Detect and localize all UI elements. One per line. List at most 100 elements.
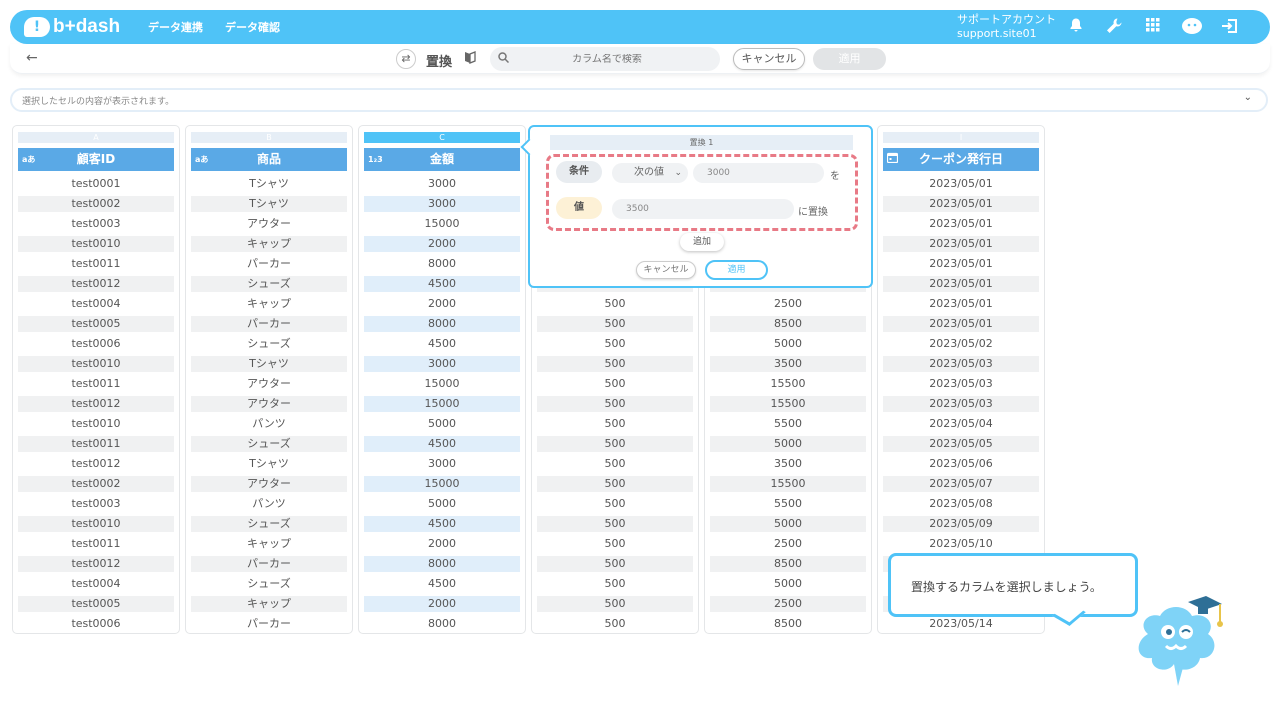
- table-cell[interactable]: 2023/05/01: [883, 254, 1039, 274]
- table-cell[interactable]: 8000: [364, 556, 520, 572]
- table-cell[interactable]: 500: [537, 436, 693, 452]
- table-cell[interactable]: キャップ: [191, 596, 347, 612]
- table-cell[interactable]: 5500: [710, 414, 866, 434]
- table-cell[interactable]: 2023/05/03: [883, 396, 1039, 412]
- table-cell[interactable]: 2023/05/01: [883, 276, 1039, 292]
- account-info[interactable]: サポートアカウント support.site01: [957, 13, 1056, 41]
- table-cell[interactable]: 2023/05/03: [883, 356, 1039, 372]
- apps-grid-icon[interactable]: [1143, 17, 1163, 37]
- table-cell[interactable]: シューズ: [191, 574, 347, 594]
- table-cell[interactable]: アウター: [191, 396, 347, 412]
- table-cell[interactable]: 2500: [710, 596, 866, 612]
- column-search[interactable]: [490, 47, 720, 71]
- column-header[interactable]: aあ 商品: [191, 148, 347, 171]
- table-cell[interactable]: Tシャツ: [191, 174, 347, 194]
- table-cell[interactable]: 5000: [710, 574, 866, 594]
- table-cell[interactable]: パーカー: [191, 556, 347, 572]
- table-cell[interactable]: 2000: [364, 294, 520, 314]
- search-input[interactable]: [512, 53, 702, 65]
- table-cell[interactable]: 500: [537, 516, 693, 532]
- table-cell[interactable]: 15000: [364, 476, 520, 492]
- table-cell[interactable]: 500: [537, 534, 693, 554]
- table-cell[interactable]: パーカー: [191, 316, 347, 332]
- column-c[interactable]: C 1₂3 金額 3000 3000 15000 2000 8000 4500 2000 80…: [358, 125, 526, 634]
- table-cell[interactable]: test0012: [18, 454, 174, 474]
- cell-content-preview[interactable]: 選択したセルの内容が表示されます。 ⌄: [10, 88, 1268, 112]
- popup-apply-button[interactable]: 適用: [705, 260, 768, 280]
- table-cell[interactable]: test0012: [18, 556, 174, 572]
- table-cell[interactable]: 500: [537, 374, 693, 394]
- mascot-help-icon[interactable]: [1180, 17, 1204, 37]
- table-cell[interactable]: test0012: [18, 276, 174, 292]
- table-cell[interactable]: 500: [537, 494, 693, 514]
- table-cell[interactable]: 5000: [364, 494, 520, 514]
- bell-icon[interactable]: [1066, 17, 1086, 37]
- mascot-icon[interactable]: [1128, 594, 1228, 690]
- column-a[interactable]: A aあ 顧客ID test0001 test0002 test0003 test00…: [12, 125, 180, 634]
- table-cell[interactable]: Tシャツ: [191, 454, 347, 474]
- condition-value-input[interactable]: 3000: [693, 163, 824, 183]
- table-cell[interactable]: シューズ: [191, 334, 347, 354]
- table-cell[interactable]: 4500: [364, 574, 520, 594]
- cancel-button[interactable]: キャンセル: [733, 48, 805, 70]
- table-cell[interactable]: 4500: [364, 436, 520, 452]
- table-cell[interactable]: 5000: [364, 414, 520, 434]
- table-cell[interactable]: 2023/05/10: [883, 534, 1039, 554]
- add-rule-button[interactable]: 追加: [680, 233, 724, 251]
- table-cell[interactable]: 4500: [364, 276, 520, 292]
- table-cell[interactable]: 15500: [710, 476, 866, 492]
- table-cell[interactable]: 5000: [710, 436, 866, 452]
- table-cell[interactable]: test0011: [18, 374, 174, 394]
- table-cell[interactable]: 3000: [364, 174, 520, 194]
- table-cell[interactable]: 8500: [710, 556, 866, 572]
- table-cell[interactable]: 2000: [364, 596, 520, 612]
- table-cell[interactable]: test0003: [18, 214, 174, 234]
- table-cell[interactable]: Tシャツ: [191, 356, 347, 372]
- table-cell[interactable]: test0002: [18, 196, 174, 212]
- column-header[interactable]: クーポン発行日: [883, 148, 1039, 171]
- table-cell[interactable]: キャップ: [191, 534, 347, 554]
- table-cell[interactable]: 8000: [364, 254, 520, 274]
- table-cell[interactable]: 15000: [364, 214, 520, 234]
- table-cell[interactable]: 15000: [364, 374, 520, 394]
- table-cell[interactable]: 2023/05/14: [883, 614, 1039, 634]
- table-cell[interactable]: 2000: [364, 534, 520, 554]
- table-cell[interactable]: test0002: [18, 476, 174, 492]
- table-cell[interactable]: アウター: [191, 476, 347, 492]
- table-cell[interactable]: 4500: [364, 334, 520, 354]
- table-cell[interactable]: test0012: [18, 396, 174, 412]
- table-cell[interactable]: 8000: [364, 316, 520, 332]
- table-cell[interactable]: 3500: [710, 356, 866, 372]
- table-cell[interactable]: test0006: [18, 334, 174, 354]
- logout-icon[interactable]: [1219, 17, 1241, 37]
- table-cell[interactable]: test0003: [18, 494, 174, 514]
- table-cell[interactable]: パンツ: [191, 414, 347, 434]
- table-cell[interactable]: アウター: [191, 214, 347, 234]
- table-cell[interactable]: 15000: [364, 396, 520, 412]
- table-cell[interactable]: 5000: [710, 516, 866, 532]
- table-cell[interactable]: 500: [537, 476, 693, 492]
- table-cell[interactable]: 2023/05/03: [883, 374, 1039, 394]
- table-cell[interactable]: キャップ: [191, 236, 347, 252]
- condition-operator-select[interactable]: 次の値 ⌄: [612, 163, 688, 183]
- apply-button[interactable]: 適用: [813, 48, 886, 70]
- table-cell[interactable]: 8500: [710, 316, 866, 332]
- chevron-down-icon[interactable]: ⌄: [1244, 92, 1252, 103]
- table-cell[interactable]: 15500: [710, 396, 866, 412]
- table-cell[interactable]: 2500: [710, 534, 866, 554]
- table-cell[interactable]: シューズ: [191, 436, 347, 452]
- table-cell[interactable]: 2023/05/07: [883, 476, 1039, 492]
- table-cell[interactable]: パーカー: [191, 614, 347, 634]
- back-arrow-icon[interactable]: ←: [26, 50, 38, 66]
- column-header[interactable]: 1₂3 金額: [364, 148, 520, 171]
- table-cell[interactable]: 500: [537, 574, 693, 594]
- table-cell[interactable]: 500: [537, 294, 693, 314]
- logo[interactable]: ! b+dash: [24, 16, 136, 38]
- nav-data-integration[interactable]: データ連携: [148, 19, 203, 35]
- table-cell[interactable]: 500: [537, 454, 693, 474]
- table-cell[interactable]: test0004: [18, 574, 174, 594]
- table-cell[interactable]: test0010: [18, 236, 174, 252]
- table-cell[interactable]: test0011: [18, 436, 174, 452]
- table-cell[interactable]: test0010: [18, 414, 174, 434]
- table-cell[interactable]: 2023/05/04: [883, 414, 1039, 434]
